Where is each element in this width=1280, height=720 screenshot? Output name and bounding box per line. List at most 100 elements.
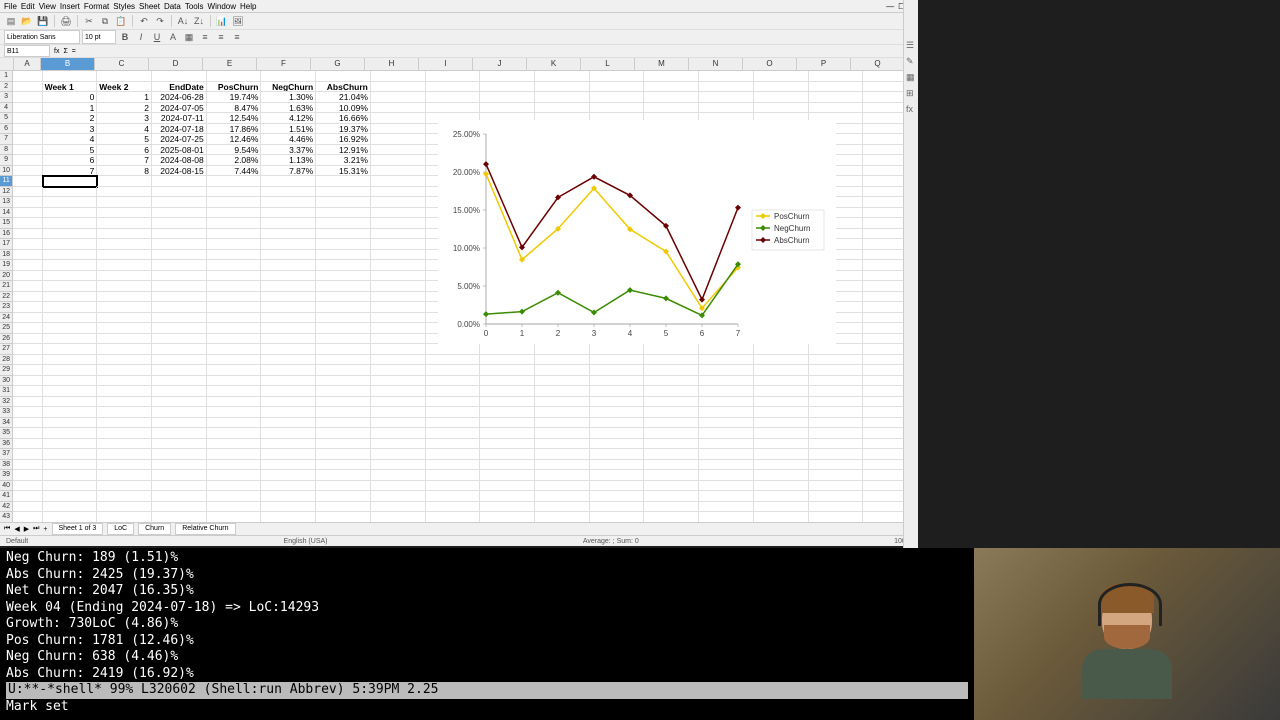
cell-F31[interactable]	[261, 386, 316, 397]
cell-I30[interactable]	[426, 376, 481, 387]
cell-H31[interactable]	[371, 386, 426, 397]
cell-G41[interactable]	[316, 491, 371, 502]
cell-F22[interactable]	[261, 292, 316, 303]
cell-D22[interactable]	[152, 292, 207, 303]
cell-J27[interactable]	[480, 344, 535, 355]
cell-J1[interactable]	[480, 71, 535, 82]
cell-D26[interactable]	[152, 334, 207, 345]
cell-L2[interactable]	[590, 82, 645, 93]
cell-B30[interactable]	[43, 376, 98, 387]
cell-G15[interactable]	[316, 218, 371, 229]
cell-C28[interactable]	[97, 355, 152, 366]
cell-D6[interactable]: 2024-07-18	[152, 124, 207, 135]
sheet-tab-loc[interactable]: LoC	[107, 523, 134, 535]
row-header[interactable]: 31	[0, 386, 13, 397]
menu-tools[interactable]: Tools	[185, 2, 204, 11]
cell-A17[interactable]	[13, 239, 42, 250]
cell-N39[interactable]	[699, 470, 754, 481]
cell-I29[interactable]	[426, 365, 481, 376]
cell-K4[interactable]	[535, 103, 590, 114]
cell-O42[interactable]	[754, 502, 809, 513]
cell-H22[interactable]	[371, 292, 426, 303]
row-header[interactable]: 33	[0, 407, 13, 418]
cell-F12[interactable]	[261, 187, 316, 198]
row-header[interactable]: 2	[0, 82, 13, 93]
row-header[interactable]: 35	[0, 428, 13, 439]
cell-I38[interactable]	[426, 460, 481, 471]
cell-D33[interactable]	[152, 407, 207, 418]
cell-E40[interactable]	[207, 481, 262, 492]
cell-L32[interactable]	[590, 397, 645, 408]
cell-O33[interactable]	[754, 407, 809, 418]
cell-H29[interactable]	[371, 365, 426, 376]
cell-H14[interactable]	[371, 208, 426, 219]
cell-H35[interactable]	[371, 428, 426, 439]
cell-C10[interactable]: 8	[97, 166, 152, 177]
cell-D23[interactable]	[152, 302, 207, 313]
cell-M3[interactable]	[644, 92, 699, 103]
cell-C32[interactable]	[97, 397, 152, 408]
cell-F35[interactable]	[261, 428, 316, 439]
cell-H40[interactable]	[371, 481, 426, 492]
cell-P29[interactable]	[809, 365, 864, 376]
cell-M32[interactable]	[644, 397, 699, 408]
cell-F16[interactable]	[261, 229, 316, 240]
cell-P35[interactable]	[809, 428, 864, 439]
cell-L30[interactable]	[590, 376, 645, 387]
row-header[interactable]: 17	[0, 239, 13, 250]
cell-L37[interactable]	[590, 449, 645, 460]
cell-P3[interactable]	[809, 92, 864, 103]
row-header[interactable]: 26	[0, 334, 13, 345]
cell-E20[interactable]	[207, 271, 262, 282]
cell-L36[interactable]	[590, 439, 645, 450]
cell-G40[interactable]	[316, 481, 371, 492]
cell-B39[interactable]	[43, 470, 98, 481]
cell-H33[interactable]	[371, 407, 426, 418]
cell-C42[interactable]	[97, 502, 152, 513]
cell-H10[interactable]	[371, 166, 426, 177]
align-left-icon[interactable]: ≡	[198, 31, 212, 43]
cell-A31[interactable]	[13, 386, 42, 397]
cell-D40[interactable]	[152, 481, 207, 492]
cell-E34[interactable]	[207, 418, 262, 429]
cell-J2[interactable]	[480, 82, 535, 93]
cell-I28[interactable]	[426, 355, 481, 366]
cell-L42[interactable]	[590, 502, 645, 513]
cell-K40[interactable]	[535, 481, 590, 492]
cell-H9[interactable]	[371, 155, 426, 166]
cell-H20[interactable]	[371, 271, 426, 282]
cell-C3[interactable]: 1	[97, 92, 152, 103]
cell-A5[interactable]	[13, 113, 42, 124]
cell-C37[interactable]	[97, 449, 152, 460]
cell-K42[interactable]	[535, 502, 590, 513]
row-header[interactable]: 22	[0, 292, 13, 303]
row-header[interactable]: 14	[0, 208, 13, 219]
add-sheet-icon[interactable]: +	[43, 526, 47, 533]
cell-J30[interactable]	[480, 376, 535, 387]
cell-P31[interactable]	[809, 386, 864, 397]
cell-G27[interactable]	[316, 344, 371, 355]
column-header-Q[interactable]: Q	[851, 58, 905, 70]
column-header-G[interactable]: G	[311, 58, 365, 70]
cell-E3[interactable]: 19.74%	[207, 92, 262, 103]
cell-F28[interactable]	[261, 355, 316, 366]
row-header[interactable]: 13	[0, 197, 13, 208]
cell-E17[interactable]	[207, 239, 262, 250]
sheet-tab-1[interactable]: Sheet 1 of 3	[52, 523, 104, 535]
cell-O37[interactable]	[754, 449, 809, 460]
cell-N30[interactable]	[699, 376, 754, 387]
cell-C11[interactable]	[97, 176, 152, 187]
column-header-K[interactable]: K	[527, 58, 581, 70]
cell-D1[interactable]	[152, 71, 207, 82]
font-color-icon[interactable]: A	[166, 31, 180, 43]
cell-E21[interactable]	[207, 281, 262, 292]
cell-O29[interactable]	[754, 365, 809, 376]
cell-C14[interactable]	[97, 208, 152, 219]
cell-P4[interactable]	[809, 103, 864, 114]
cell-N37[interactable]	[699, 449, 754, 460]
cell-M38[interactable]	[644, 460, 699, 471]
cell-G19[interactable]	[316, 260, 371, 271]
cell-C24[interactable]	[97, 313, 152, 324]
cell-D7[interactable]: 2024-07-25	[152, 134, 207, 145]
row-header[interactable]: 18	[0, 250, 13, 261]
